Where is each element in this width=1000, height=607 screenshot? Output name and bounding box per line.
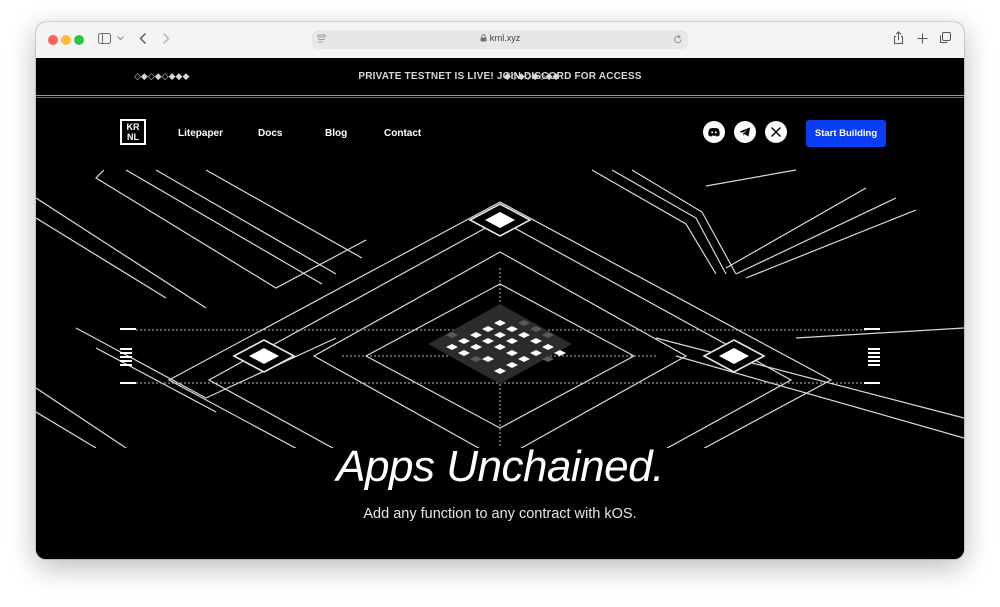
url-text: krnl.xyz bbox=[489, 33, 521, 43]
maximize-window-button[interactable] bbox=[74, 35, 84, 45]
web-page: ◇◆◇◆◇◆◆◆ PRIVATE TESTNET IS LIVE! JOIN D… bbox=[36, 58, 964, 559]
forward-icon[interactable] bbox=[161, 32, 170, 45]
center-pixel-grid bbox=[428, 304, 572, 384]
tab-overview-icon[interactable] bbox=[939, 32, 951, 44]
back-icon[interactable] bbox=[139, 32, 148, 45]
diamond-ornament-right: ◆◇◆◇◆◇◆◆ bbox=[504, 71, 560, 81]
x-button[interactable] bbox=[765, 121, 787, 143]
new-tab-icon[interactable] bbox=[917, 33, 928, 44]
nav-link-contact[interactable]: Contact bbox=[384, 128, 421, 139]
hero-circuit-illustration bbox=[36, 169, 964, 448]
logo-text-bottom: NL bbox=[127, 132, 139, 142]
lock-icon bbox=[480, 34, 487, 42]
telegram-icon bbox=[739, 127, 751, 137]
announcement-text: PRIVATE TESTNET IS LIVE! JOIN DISCORD FO… bbox=[358, 71, 642, 82]
discord-icon bbox=[708, 127, 720, 137]
address-bar[interactable]: krnl.xyz bbox=[312, 30, 688, 49]
hero-subline: Add any function to any contract with kO… bbox=[363, 506, 637, 522]
logo-text-top: KR bbox=[126, 122, 140, 132]
minimize-window-button[interactable] bbox=[61, 35, 71, 45]
nav-link-docs[interactable]: Docs bbox=[258, 128, 282, 139]
browser-window: krnl.xyz ◇◆◇◆◇◆◆◆ PRIVATE TESTNET IS LIV… bbox=[36, 22, 964, 559]
reload-icon[interactable] bbox=[673, 34, 683, 45]
browser-titlebar: krnl.xyz bbox=[36, 22, 964, 59]
close-window-button[interactable] bbox=[48, 35, 58, 45]
discord-button[interactable] bbox=[703, 121, 725, 143]
start-building-button[interactable]: Start Building bbox=[806, 120, 886, 147]
sidebar-toggle-icon[interactable] bbox=[98, 32, 111, 45]
divider-line bbox=[36, 97, 964, 98]
x-icon bbox=[771, 127, 781, 137]
nav-link-blog[interactable]: Blog bbox=[325, 128, 347, 139]
address-text: krnl.xyz bbox=[312, 33, 688, 43]
nav-link-litepaper[interactable]: Litepaper bbox=[178, 128, 223, 139]
announcement-bar[interactable]: ◇◆◇◆◇◆◆◆ PRIVATE TESTNET IS LIVE! JOIN D… bbox=[36, 58, 964, 96]
telegram-button[interactable] bbox=[734, 121, 756, 143]
hero-headline: Apps Unchained. bbox=[336, 442, 664, 491]
krnl-logo[interactable]: KR NL bbox=[120, 119, 146, 145]
chevron-down-icon[interactable] bbox=[117, 36, 124, 41]
share-icon[interactable] bbox=[893, 31, 904, 45]
